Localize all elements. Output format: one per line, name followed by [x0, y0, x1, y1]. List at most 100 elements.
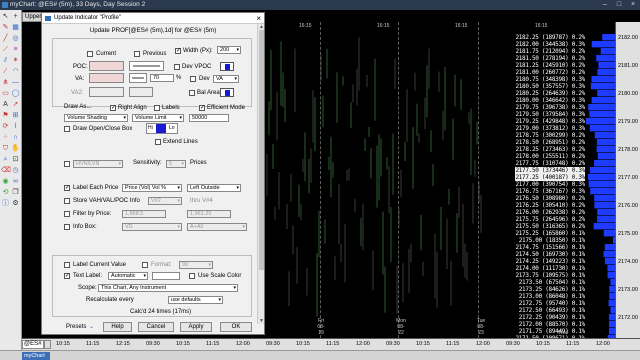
filter-to-input[interactable]: 1,961.25: [187, 210, 231, 218]
sync-icon[interactable]: ⟲: [1, 188, 10, 197]
scope-select[interactable]: This Chart, Any Instrument: [98, 284, 238, 292]
info-box-option-select[interactable]: A+All: [187, 223, 247, 231]
settings-icon[interactable]: ⚙: [11, 199, 20, 208]
line-icon[interactable]: ∕: [1, 67, 10, 76]
hand-icon[interactable]: ✋: [11, 144, 20, 153]
bal-area-color[interactable]: [220, 88, 234, 97]
price-axis[interactable]: 2182.00 2181.00 2180.00 2179.00 2178.00 2177.…: [615, 22, 640, 338]
limit-select[interactable]: Volume Limit: [132, 114, 184, 122]
ellipse-icon[interactable]: ◯: [11, 89, 20, 98]
store-from-select[interactable]: V#2: [148, 197, 182, 205]
va-line-style[interactable]: [129, 73, 147, 83]
label-current-checkbox[interactable]: [64, 262, 70, 268]
maximize-icon[interactable]: □: [612, 0, 626, 10]
copy-icon[interactable]: ❐: [11, 188, 20, 197]
info-box-checkbox[interactable]: [64, 224, 70, 230]
labels-checkbox[interactable]: [154, 105, 160, 111]
camera-icon[interactable]: ◉: [1, 177, 10, 186]
info-icon[interactable]: ⓘ: [1, 199, 10, 208]
text-label-checkbox[interactable]: ✓: [64, 273, 70, 279]
sensitivity-select[interactable]: 5: [166, 160, 186, 168]
arc-icon[interactable]: ◠: [11, 67, 20, 76]
label-position-select[interactable]: Left Outside: [187, 184, 241, 192]
clock-icon[interactable]: ◷: [11, 166, 20, 175]
ruler-icon[interactable]: ⊞: [11, 111, 20, 120]
poc-color-swatch[interactable]: [89, 61, 124, 71]
magnet-icon[interactable]: ∩: [11, 133, 20, 142]
grid-icon[interactable]: ▦: [11, 23, 20, 32]
close-window-icon[interactable]: ×: [626, 0, 640, 10]
gann-icon[interactable]: ✶: [11, 56, 20, 65]
chevron-down-icon[interactable]: ⌄: [89, 323, 94, 331]
shield-icon[interactable]: ⛉: [1, 144, 10, 153]
symbol-dropdown-icon[interactable]: [44, 340, 51, 349]
minimize-icon[interactable]: –: [598, 0, 612, 10]
filter-from-input[interactable]: 1,868.5: [122, 210, 166, 218]
va-percent-input[interactable]: 70: [150, 74, 174, 82]
trend-line-icon[interactable]: ╱: [1, 34, 10, 43]
hvn-lvn-select[interactable]: HVN/LVN: [73, 160, 123, 168]
extend-lines-checkbox[interactable]: [155, 139, 161, 145]
pencil-icon[interactable]: ✎: [1, 23, 10, 32]
chart-area[interactable]: 16:15 16:15 16:15 16:15 Fri 08-19 Mon 08…: [265, 22, 585, 338]
text-icon[interactable]: A: [1, 100, 10, 109]
eraser-icon[interactable]: ⌫: [1, 166, 11, 175]
hvn-lvn-checkbox[interactable]: [64, 161, 70, 167]
store-info-checkbox[interactable]: [64, 198, 70, 204]
fibonacci-icon[interactable]: ≡: [11, 45, 20, 54]
width-select[interactable]: 200: [217, 46, 241, 54]
crosshair-icon[interactable]: +: [11, 12, 20, 21]
info-box-select[interactable]: VD: [122, 223, 182, 231]
filter-price-checkbox[interactable]: [64, 211, 70, 217]
cursor-icon[interactable]: ↖: [1, 12, 10, 21]
dialog-scrollbar[interactable]: ▲ ▼: [257, 24, 264, 324]
current-checkbox[interactable]: [87, 51, 93, 57]
pitchfork-icon[interactable]: ⋔: [1, 78, 10, 87]
dev-checkbox[interactable]: [190, 76, 196, 82]
presets-button[interactable]: Presets: [66, 323, 86, 331]
poc-line-style[interactable]: [129, 61, 164, 71]
lock-icon[interactable]: ⊡: [11, 155, 20, 164]
flag-icon[interactable]: ⚑: [1, 111, 10, 120]
scale-color-checkbox[interactable]: [189, 273, 195, 279]
dev-select[interactable]: VA: [213, 75, 239, 83]
target-icon[interactable]: ◎: [11, 34, 20, 43]
text-label-input[interactable]: [152, 272, 180, 280]
efficient-mode-checkbox[interactable]: ✓: [199, 105, 205, 111]
text-label-select[interactable]: Automatic: [108, 272, 148, 280]
link-icon[interactable]: ∞: [11, 177, 20, 186]
window-tab[interactable]: myChart: [22, 352, 50, 360]
recalc-select[interactable]: use defaults: [168, 296, 223, 304]
previous-checkbox[interactable]: [134, 51, 140, 57]
ok-button[interactable]: OK: [220, 322, 252, 332]
va2-color-swatch[interactable]: [89, 87, 124, 97]
help-button[interactable]: Help: [103, 322, 132, 332]
dev-vpoc-color[interactable]: [220, 62, 234, 71]
bal-area-checkbox[interactable]: [189, 90, 195, 96]
rect-icon[interactable]: ▭: [1, 89, 10, 98]
zoom-icon[interactable]: ⌕: [1, 155, 10, 164]
format-select[interactable]: 99: [179, 261, 213, 269]
zigzag-icon[interactable]: ⌇: [11, 122, 20, 131]
symbol-input[interactable]: @ES#: [22, 340, 44, 349]
cycle-icon[interactable]: ⟳: [1, 122, 10, 131]
ray-icon[interactable]: ⟋: [1, 45, 10, 54]
dots-icon[interactable]: ⁘: [1, 133, 10, 142]
limit-input[interactable]: 50000: [189, 114, 229, 122]
va-color-swatch[interactable]: [89, 73, 124, 83]
scroll-thumb[interactable]: [259, 30, 264, 270]
label-each-price-checkbox[interactable]: ✓: [64, 185, 70, 191]
channel-icon[interactable]: ⫽: [1, 56, 10, 65]
scroll-down-icon[interactable]: ▼: [258, 318, 265, 324]
dev-vpoc-checkbox[interactable]: [174, 64, 180, 70]
right-align-checkbox[interactable]: ✓: [110, 105, 116, 111]
draw-open-close-checkbox[interactable]: [64, 126, 70, 132]
time-axis[interactable]: @ES# 10:15 11:15 12:15 09:30 10:15 11:15 12:00…: [22, 338, 640, 350]
width-checkbox[interactable]: ✓: [175, 48, 181, 54]
shading-select[interactable]: Volume Shading: [64, 114, 128, 122]
arrow-icon[interactable]: ➚: [11, 100, 20, 109]
cancel-button[interactable]: Cancel: [138, 322, 174, 332]
format-checkbox[interactable]: [142, 262, 148, 268]
price-format-select[interactable]: Price (Vol) Vol %: [122, 184, 182, 192]
hline-icon[interactable]: —: [11, 78, 20, 87]
